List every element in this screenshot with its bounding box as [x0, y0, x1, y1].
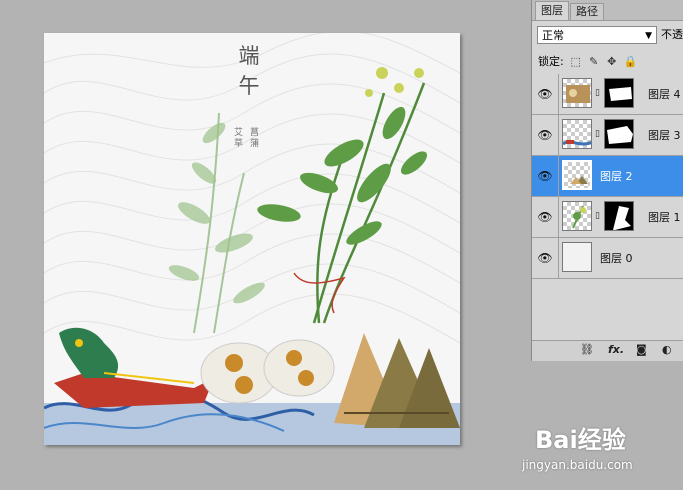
- layers-list: 👁 ▯ 图层 4 👁 ▯ 图层 3 👁 图层 2 👁 ▯ 图层 1 👁 图层 0: [532, 74, 683, 279]
- dropdown-arrow-icon: ▼: [645, 31, 652, 41]
- layer-row-4[interactable]: 👁 ▯ 图层 4: [532, 74, 683, 115]
- artwork-title: 端 午: [234, 41, 264, 101]
- visibility-eye-icon[interactable]: 👁: [536, 126, 554, 144]
- lock-transparent-icon[interactable]: ⬚: [570, 56, 582, 68]
- divider: [558, 197, 559, 237]
- layer-mask-thumbnail: [604, 78, 634, 108]
- lock-all-icon[interactable]: 🔒: [624, 56, 638, 68]
- visibility-eye-icon[interactable]: 👁: [536, 167, 554, 185]
- adjustment-icon[interactable]: ◐: [662, 343, 672, 356]
- divider: [558, 156, 559, 196]
- layers-bottom-bar: ⛓ fx. ◙ ◐: [532, 340, 683, 361]
- layer-thumbnail: [562, 119, 592, 149]
- layer-name: 图层 1: [648, 211, 681, 224]
- lock-position-icon[interactable]: ✥: [606, 56, 618, 68]
- layer-row-2[interactable]: 👁 图层 2: [532, 156, 683, 197]
- mask-link-icon[interactable]: ▯: [595, 129, 600, 139]
- link-icon[interactable]: ⛓: [580, 343, 594, 356]
- mask-icon[interactable]: ◙: [636, 343, 647, 356]
- artwork-subtitle-2: 菖蒲: [250, 128, 260, 149]
- layer-mask-thumbnail: [604, 119, 634, 149]
- visibility-eye-icon[interactable]: 👁: [536, 85, 554, 103]
- layer-name: 图层 0: [600, 252, 633, 265]
- blend-mode-select[interactable]: 正常 ▼: [537, 26, 657, 44]
- lock-image-icon[interactable]: ✎: [588, 56, 600, 68]
- mask-link-icon[interactable]: ▯: [595, 88, 600, 98]
- divider: [558, 115, 559, 155]
- layer-thumbnail: [562, 160, 592, 190]
- layer-name: 图层 4: [648, 88, 681, 101]
- layer-mask-thumbnail: [604, 201, 634, 231]
- visibility-eye-icon[interactable]: 👁: [536, 249, 554, 267]
- layer-name: 图层 2: [600, 170, 633, 183]
- tab-layers[interactable]: 图层: [535, 1, 569, 20]
- panel-tabs: 图层 路径: [532, 0, 683, 21]
- watermark-url: jingyan.baidu.com: [522, 458, 633, 472]
- title-char-1: 端: [238, 44, 260, 68]
- tab-paths[interactable]: 路径: [570, 3, 604, 20]
- layer-row-3[interactable]: 👁 ▯ 图层 3: [532, 115, 683, 156]
- watermark-brand: Bai经验: [535, 426, 626, 454]
- visibility-eye-icon[interactable]: 👁: [536, 208, 554, 226]
- layer-row-0[interactable]: 👁 图层 0: [532, 238, 683, 279]
- divider: [558, 238, 559, 278]
- layers-panel: 图层 路径 正常 ▼ 不透 锁定: ⬚ ✎ ✥ 🔒 👁 ▯ 图层 4 👁 ▯ 图…: [531, 0, 683, 361]
- layer-thumbnail: [562, 242, 592, 272]
- mask-link-icon[interactable]: ▯: [595, 211, 600, 221]
- opacity-label[interactable]: 不透: [661, 26, 683, 44]
- fx-icon[interactable]: fx.: [608, 343, 624, 356]
- layer-row-1[interactable]: 👁 ▯ 图层 1: [532, 197, 683, 238]
- lock-label: 锁定:: [538, 55, 564, 68]
- layer-thumbnail: [562, 78, 592, 108]
- title-char-2: 午: [238, 74, 260, 98]
- blend-mode-value: 正常: [542, 29, 564, 42]
- document-canvas[interactable]: 端 午 艾草 菖蒲: [44, 33, 460, 445]
- divider: [558, 74, 559, 114]
- layer-thumbnail: [562, 201, 592, 231]
- lock-row: 锁定: ⬚ ✎ ✥ 🔒: [538, 53, 638, 71]
- layer-name: 图层 3: [648, 129, 681, 142]
- artwork-subtitle-1: 艾草: [234, 128, 244, 149]
